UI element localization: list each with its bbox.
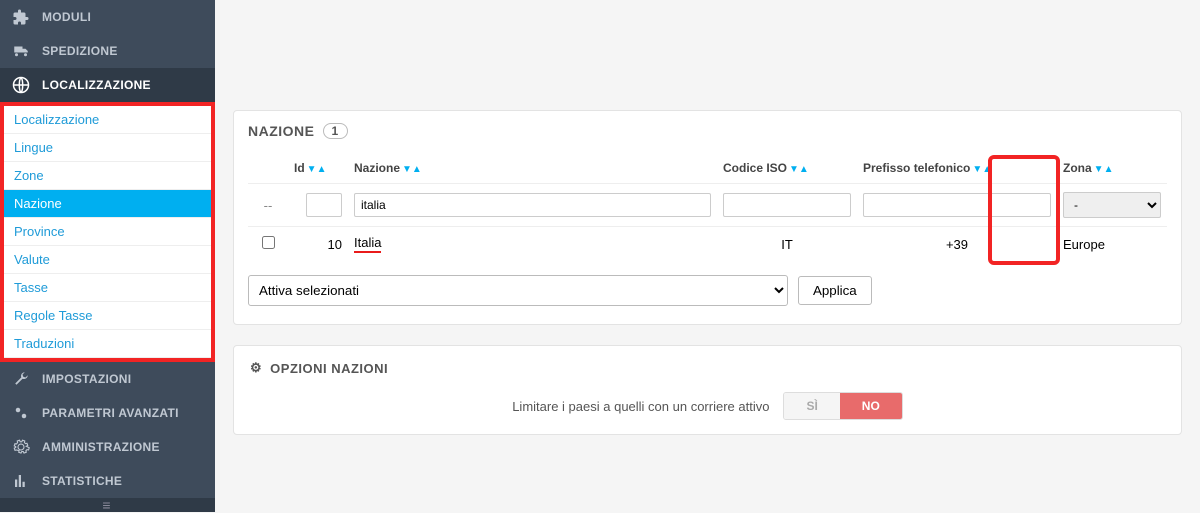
apply-button[interactable]: Applica <box>798 276 872 305</box>
sub-item-traduzioni[interactable]: Traduzioni <box>4 330 211 358</box>
courier-toggle[interactable]: SÌ NO <box>783 392 902 420</box>
sort-icon: ▼▲ <box>1094 164 1114 175</box>
cell-prefisso: +39 <box>857 227 1057 262</box>
sidebar-item-spedizione[interactable]: SPEDIZIONE <box>0 34 215 68</box>
cell-zona: Europe <box>1057 227 1167 262</box>
sidebar-collapse-handle[interactable]: ≡ <box>0 498 215 512</box>
sidebar-item-label: SPEDIZIONE <box>42 44 118 58</box>
sort-icon: ▼▲ <box>402 164 422 175</box>
toggle-label: Limitare i paesi a quelli con un corrier… <box>512 399 769 414</box>
nazione-table: Id▼▲ Nazione▼▲ Codice ISO▼▲ Prefisso tel… <box>248 153 1167 261</box>
sidebar-item-label: PARAMETRI AVANZATI <box>42 406 179 420</box>
sort-icon: ▼▲ <box>307 164 327 175</box>
bulk-actions: Attiva selezionati Applica <box>248 275 1167 306</box>
sub-item-regole-tasse[interactable]: Regole Tasse <box>4 302 211 330</box>
th-iso[interactable]: Codice ISO▼▲ <box>717 153 857 184</box>
stats-icon <box>12 472 30 490</box>
main-content: NAZIONE 1 Id▼▲ Nazione▼▲ Codice ISO▼▲ Pr… <box>215 0 1200 500</box>
th-prefisso[interactable]: Prefisso telefonico▼▲ <box>857 153 1057 184</box>
count-badge: 1 <box>323 123 348 139</box>
sidebar-item-label: IMPOSTAZIONI <box>42 372 131 386</box>
sidebar-item-label: STATISTICHE <box>42 474 122 488</box>
sidebar-submenu: Localizzazione Lingue Zone Nazione Provi… <box>0 102 215 362</box>
gear-icon <box>12 438 30 456</box>
sort-icon: ▼▲ <box>972 164 992 175</box>
cell-nazione: Italia <box>354 235 381 253</box>
sidebar-item-moduli[interactable]: MODULI <box>0 0 215 34</box>
cell-iso: IT <box>717 227 857 262</box>
filter-nazione-input[interactable] <box>354 193 711 217</box>
th-id[interactable]: Id▼▲ <box>288 153 348 184</box>
filter-zona-select[interactable]: - <box>1063 192 1161 218</box>
opzioni-title: ⚙ OPZIONI NAZIONI <box>250 360 1165 376</box>
sub-item-nazione[interactable]: Nazione <box>4 190 211 218</box>
sidebar-item-label: LOCALIZZAZIONE <box>42 78 151 92</box>
puzzle-icon <box>12 8 30 26</box>
sub-item-province[interactable]: Province <box>4 218 211 246</box>
sub-item-valute[interactable]: Valute <box>4 246 211 274</box>
row-checkbox[interactable] <box>262 236 275 249</box>
sidebar-item-localizzazione[interactable]: LOCALIZZAZIONE <box>0 68 215 102</box>
toggle-no[interactable]: NO <box>840 393 902 419</box>
sub-item-tasse[interactable]: Tasse <box>4 274 211 302</box>
truck-icon <box>12 42 30 60</box>
nazione-panel: NAZIONE 1 Id▼▲ Nazione▼▲ Codice ISO▼▲ Pr… <box>233 110 1182 325</box>
th-nazione[interactable]: Nazione▼▲ <box>348 153 717 184</box>
sort-icon: ▼▲ <box>789 164 809 175</box>
gears-icon <box>12 404 30 422</box>
sidebar-item-label: AMMINISTRAZIONE <box>42 440 160 454</box>
sidebar-item-amministrazione[interactable]: AMMINISTRAZIONE <box>0 430 215 464</box>
cell-id: 10 <box>288 227 348 262</box>
filter-iso-input[interactable] <box>723 193 851 217</box>
gears-icon: ⚙ <box>250 360 262 376</box>
filter-prefisso-input[interactable] <box>863 193 1051 217</box>
toggle-yes[interactable]: SÌ <box>784 393 839 419</box>
sidebar-item-impostazioni[interactable]: IMPOSTAZIONI <box>0 362 215 396</box>
wrench-icon <box>12 370 30 388</box>
opzioni-panel: ⚙ OPZIONI NAZIONI Limitare i paesi a que… <box>233 345 1182 435</box>
th-zona[interactable]: Zona▼▲ <box>1057 153 1167 184</box>
sidebar: MODULI SPEDIZIONE LOCALIZZAZIONE Localiz… <box>0 0 215 500</box>
sidebar-item-parametri-avanzati[interactable]: PARAMETRI AVANZATI <box>0 396 215 430</box>
sub-item-lingue[interactable]: Lingue <box>4 134 211 162</box>
filter-id-input[interactable] <box>306 193 342 217</box>
sub-item-zone[interactable]: Zone <box>4 162 211 190</box>
sidebar-item-statistiche[interactable]: STATISTICHE <box>0 464 215 498</box>
sidebar-item-label: MODULI <box>42 10 91 24</box>
table-row[interactable]: 10 Italia IT +39 Europe <box>248 227 1167 262</box>
panel-title: NAZIONE 1 <box>248 123 1167 139</box>
bulk-action-select[interactable]: Attiva selezionati <box>248 275 788 306</box>
panel-title-text: NAZIONE <box>248 123 315 139</box>
globe-icon <box>12 76 30 94</box>
sub-item-localizzazione[interactable]: Localizzazione <box>4 106 211 134</box>
